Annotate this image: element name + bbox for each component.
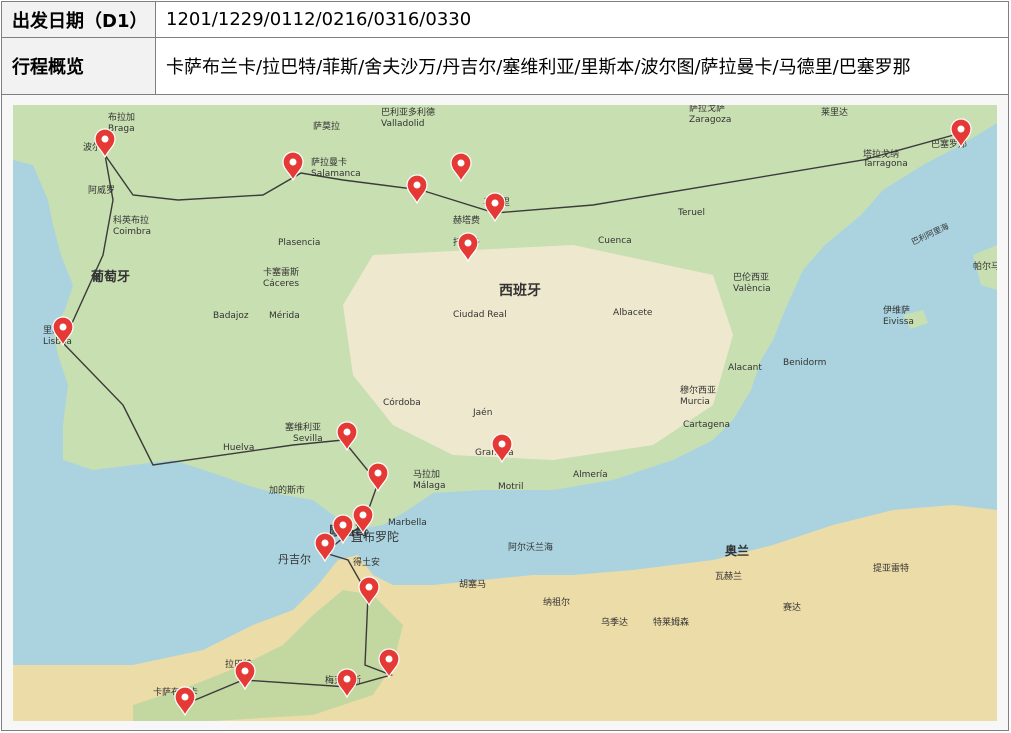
city-cuenca: Cuenca	[598, 236, 632, 246]
city-benidorm: Benidorm	[783, 358, 826, 368]
city-palma: 帕尔马	[973, 260, 997, 272]
city-alhoceima: 胡塞马	[459, 578, 486, 590]
city-malaga-en: Málaga	[413, 481, 446, 491]
itinerary-table: 出发日期（D1） 1201/1229/0112/0216/0316/0330 行…	[1, 1, 1009, 731]
city-gibraltar: 直布罗陀	[351, 529, 399, 544]
city-oujda: 乌季达	[601, 616, 628, 628]
departure-dates: 1201/1229/0112/0216/0316/0330	[166, 9, 472, 30]
country-spain: 西班牙	[499, 282, 541, 299]
city-braga: 布拉加	[108, 111, 135, 123]
city-zaragoza: 萨拉戈萨	[689, 105, 725, 114]
map-cell: 西班牙 葡萄牙 摩洛哥 奥兰 阿尔沃兰海 巴利阿里海 布拉加 Braga 波尔图…	[2, 95, 1008, 730]
city-nador: 纳祖尔	[543, 596, 570, 608]
city-cartagena: Cartagena	[683, 420, 730, 430]
city-valencia-en: València	[733, 283, 771, 294]
city-sevilla: 塞维利亚	[285, 421, 321, 433]
map-canvas: 西班牙 葡萄牙 摩洛哥 奥兰 阿尔沃兰海 巴利阿里海 布拉加 Braga 波尔图…	[13, 105, 997, 721]
sea-alboran: 阿尔沃兰海	[508, 541, 553, 553]
city-tlemcen: 特莱姆森	[653, 616, 689, 628]
city-cadiz: 加的斯市	[269, 484, 305, 496]
city-sevilla-en: Sevilla	[293, 434, 323, 444]
city-almeria: Almería	[573, 470, 608, 480]
city-tetouan: 得土安	[353, 556, 380, 568]
city-tanger: 丹吉尔	[278, 553, 311, 566]
city-aveiro: 阿威罗	[88, 184, 115, 196]
city-plasencia: Plasencia	[278, 238, 320, 248]
city-teruel: Teruel	[677, 208, 705, 218]
city-oran: 瓦赫兰	[715, 570, 742, 582]
city-coimbra-en: Coimbra	[113, 227, 151, 237]
city-murcia-en: Murcia	[680, 397, 710, 407]
city-zamora: 萨莫拉	[313, 120, 340, 132]
city-merida: Mérida	[269, 310, 300, 321]
city-ciudad-real: Ciudad Real	[453, 310, 507, 320]
city-valladolid-en: Valladolid	[381, 119, 424, 129]
city-murcia: 穆尔西亚	[680, 384, 716, 396]
city-lleida: 莱里达	[821, 106, 848, 118]
city-valladolid: 巴利亚多利德	[381, 106, 435, 118]
city-alacant: Alacant	[728, 363, 762, 373]
city-valencia: 巴伦西亚	[733, 271, 769, 283]
route-map[interactable]: 西班牙 葡萄牙 摩洛哥 奥兰 阿尔沃兰海 巴利阿里海 布拉加 Braga 波尔图…	[13, 105, 997, 721]
city-ibiza: 伊维萨	[883, 304, 910, 316]
departure-row: 出发日期（D1） 1201/1229/0112/0216/0316/0330	[2, 2, 1008, 38]
city-ibiza-en: Eivissa	[883, 317, 914, 327]
overview-label: 行程概览	[2, 38, 156, 94]
city-tiaret: 提亚雷特	[873, 562, 909, 574]
overview-row: 行程概览 卡萨布兰卡/拉巴特/菲斯/舍夫沙万/丹吉尔/塞维利亚/里斯本/波尔图/…	[2, 38, 1008, 95]
city-zaragoza-en: Zaragoza	[689, 115, 731, 125]
city-jaen: Jaén	[472, 407, 492, 418]
city-albacete: Albacete	[613, 308, 653, 318]
country-portugal: 葡萄牙	[90, 269, 130, 285]
city-salamanca-en: Salamanca	[311, 169, 361, 179]
city-caceres-en: Cáceres	[263, 279, 299, 289]
meseta-tint	[343, 245, 733, 460]
city-caceres: 卡塞雷斯	[263, 266, 299, 278]
city-tarragona-en: Tarragona	[862, 159, 908, 169]
city-cordoba: Córdoba	[383, 397, 421, 408]
city-malaga: 马拉加	[413, 468, 440, 480]
overview-route: 卡萨布兰卡/拉巴特/菲斯/舍夫沙万/丹吉尔/塞维利亚/里斯本/波尔图/萨拉曼卡/…	[166, 57, 911, 78]
country-oran: 奥兰	[725, 543, 749, 558]
departure-label: 出发日期（D1）	[2, 2, 156, 37]
city-saida: 赛达	[783, 601, 801, 613]
city-motril: Motril	[498, 482, 524, 492]
city-coimbra: 科英布拉	[113, 214, 149, 226]
city-huelva: Huelva	[223, 443, 254, 453]
city-getafe: 赫塔费	[453, 214, 480, 226]
city-badajoz: Badajoz	[213, 311, 249, 321]
city-marbella: Marbella	[388, 518, 427, 528]
city-salamanca: 萨拉曼卡	[311, 156, 347, 168]
